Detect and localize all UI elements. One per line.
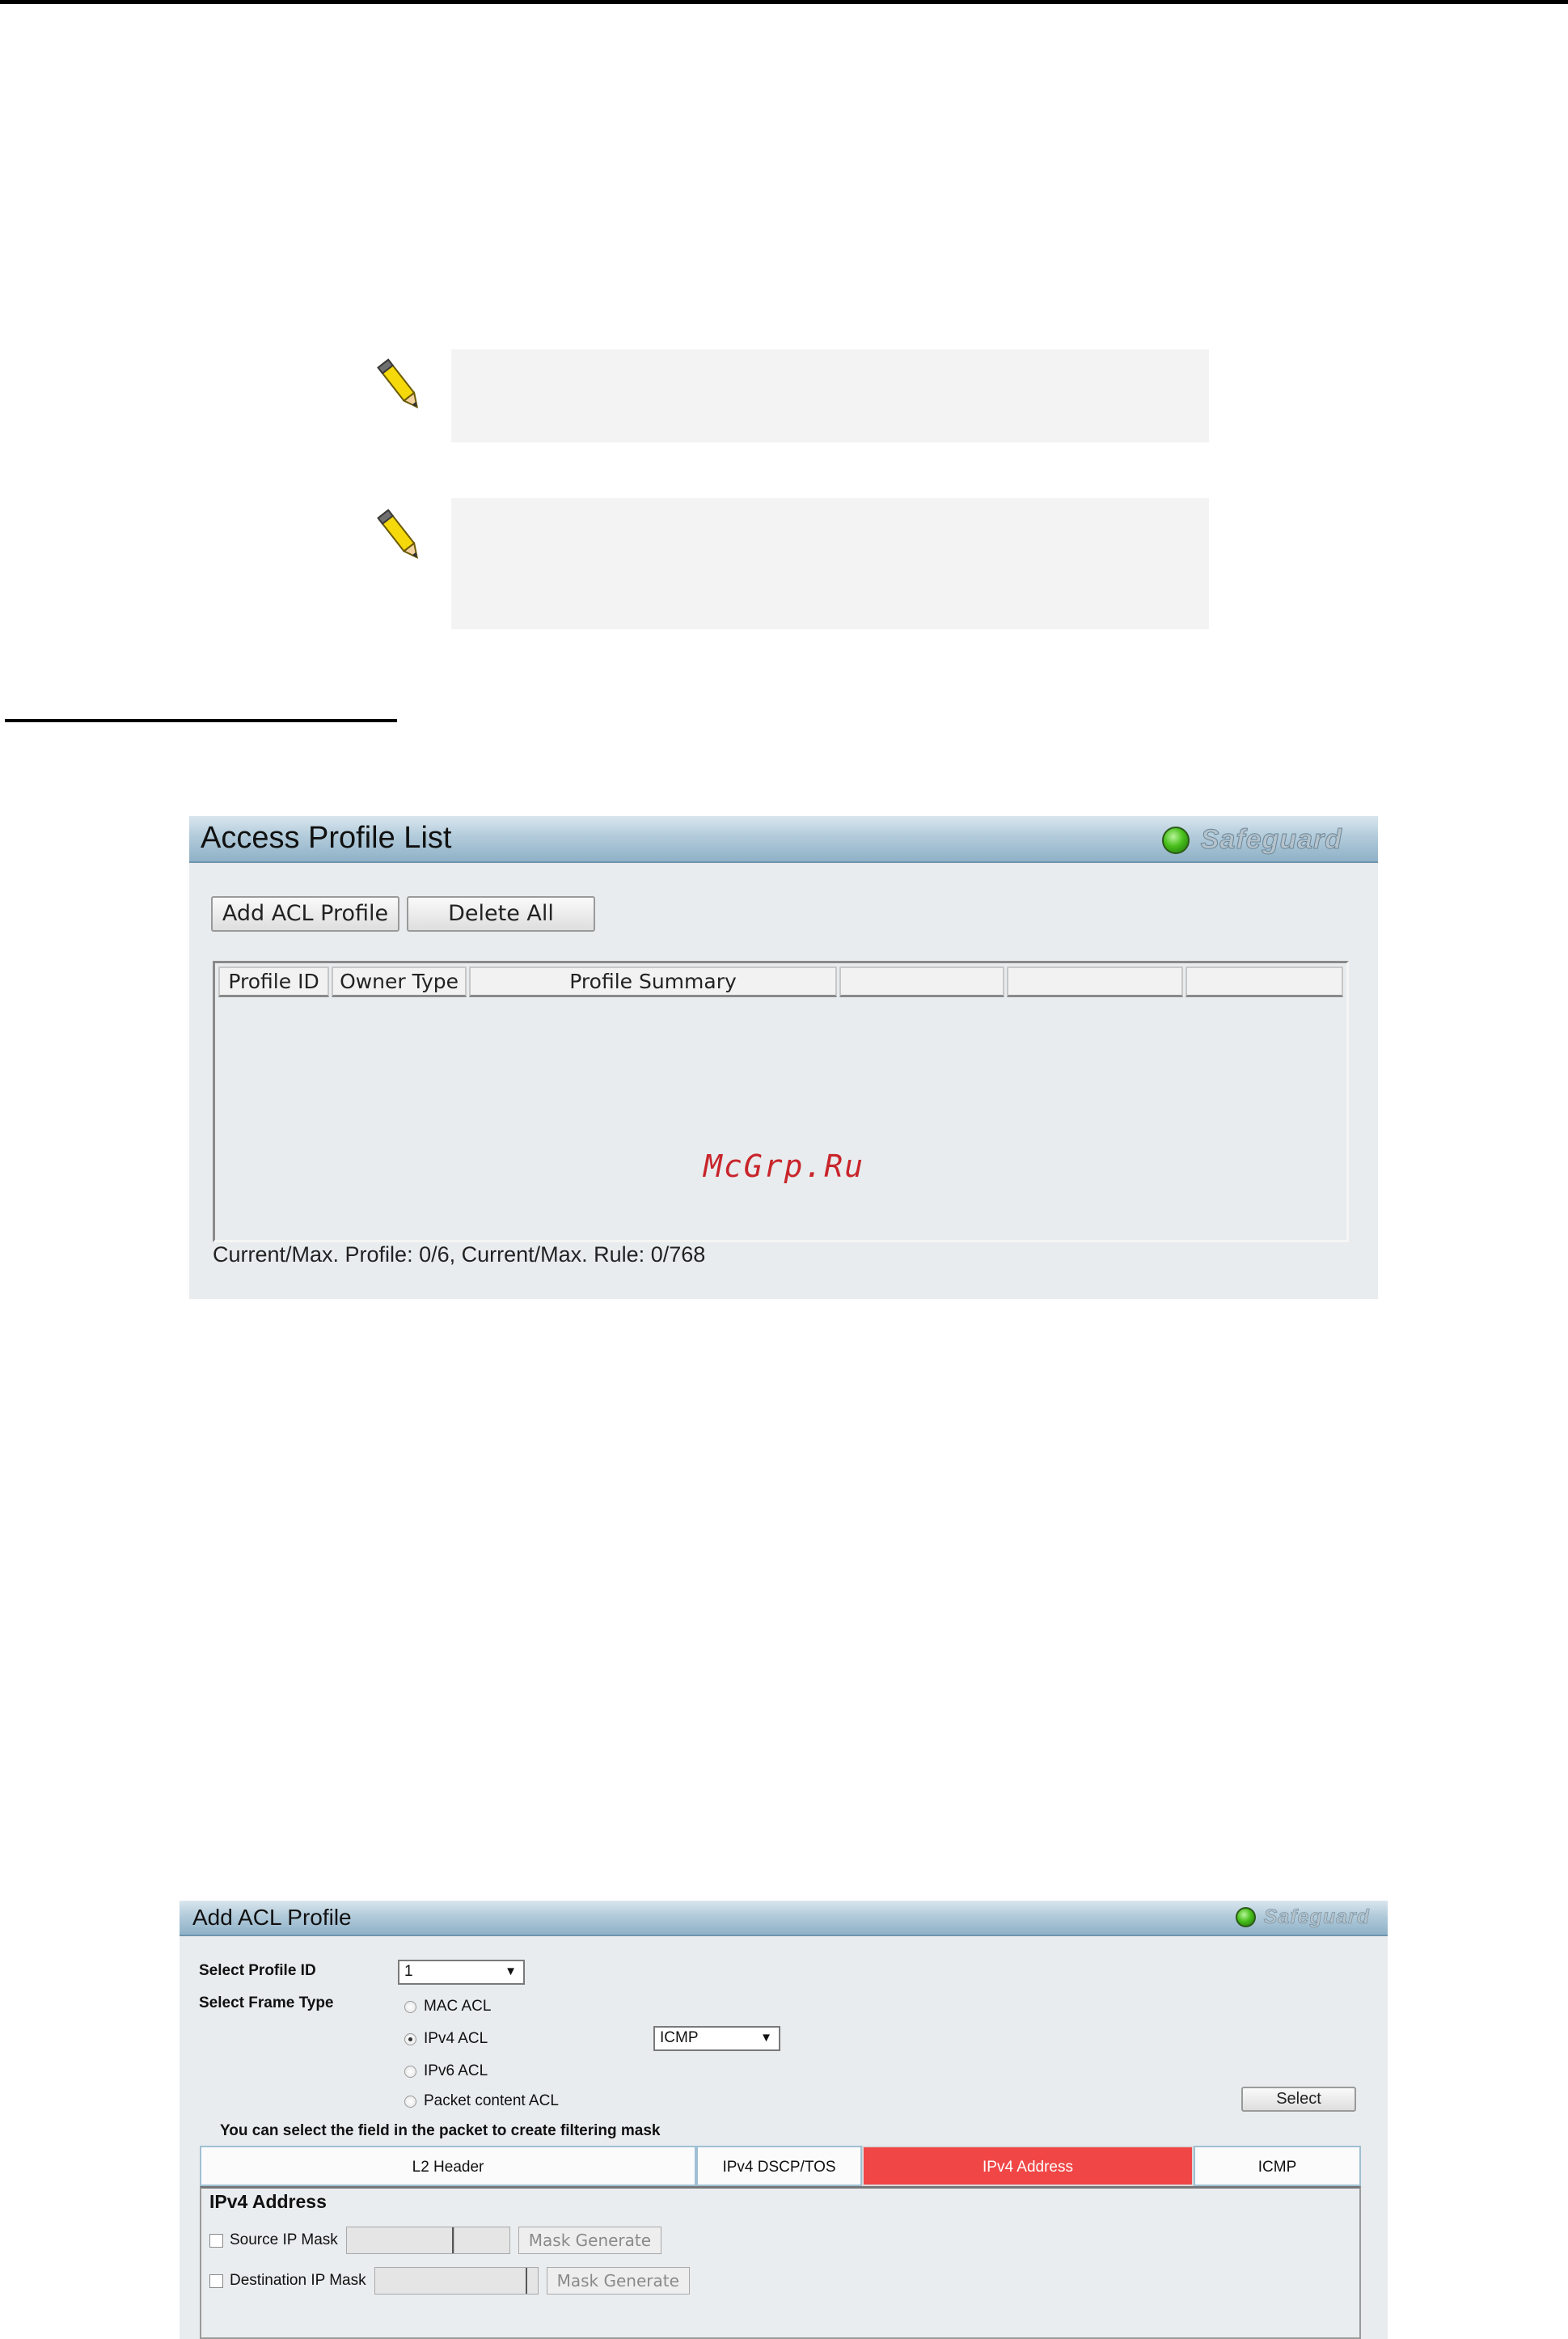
destination-ip-mask-row: Destination IP Mask Mask Generate: [209, 2267, 690, 2295]
profile-id-select-value: 1: [404, 1963, 413, 1980]
ipv4-protocol-select[interactable]: ICMP ▼: [653, 2026, 780, 2051]
radio-packet-content-acl[interactable]: [404, 2095, 416, 2108]
radio-label: IPv4 ACL: [424, 2030, 488, 2047]
note-box-2: [451, 498, 1209, 629]
radio-label: Packet content ACL: [424, 2092, 559, 2109]
access-profile-table: Profile ID Owner Type Profile Summary: [213, 961, 1349, 1242]
safeguard-status-icon: [1161, 826, 1190, 854]
select-profile-id-label: Select Profile ID: [199, 1962, 316, 1979]
safeguard-label: Safeguard: [1200, 824, 1342, 856]
column-header-owner-type: Owner Type: [332, 966, 467, 997]
ipv4-protocol-select-value: ICMP: [660, 2029, 699, 2046]
tab-icmp[interactable]: ICMP: [1194, 2146, 1361, 2186]
watermark: McGrp.Ru: [703, 1148, 865, 1184]
ip-segment: [347, 2227, 454, 2253]
safeguard-label: Safeguard: [1263, 1905, 1370, 1929]
radio-label: MAC ACL: [424, 1998, 492, 2015]
source-ip-mask-input[interactable]: [345, 2227, 510, 2254]
destination-ip-mask-label: Destination IP Mask: [230, 2272, 366, 2289]
column-header-blank-3: [1186, 966, 1344, 997]
destination-mask-generate-button[interactable]: Mask Generate: [546, 2267, 690, 2295]
filtering-mask-hint: You can select the field in the packet t…: [220, 2122, 661, 2139]
safeguard-indicator[interactable]: Safeguard: [1161, 824, 1342, 856]
note-box-1: [451, 349, 1209, 442]
add-acl-profile-button[interactable]: Add ACL Profile: [211, 896, 399, 932]
select-button[interactable]: Select: [1241, 2087, 1356, 2112]
column-header-blank-1: [839, 966, 1004, 997]
safeguard-status-icon: [1235, 1907, 1256, 1927]
panel-title: Add ACL Profile: [192, 1905, 352, 1930]
dropdown-arrow-icon: ▼: [760, 2031, 772, 2045]
frame-type-packet-content-acl[interactable]: Packet content ACL: [404, 2092, 559, 2110]
source-ip-mask-label: Source IP Mask: [230, 2231, 338, 2248]
pencil-note-icon: [377, 509, 419, 559]
source-ip-mask-row: Source IP Mask Mask Generate: [209, 2227, 662, 2254]
tab-ipv4-dscp-tos[interactable]: IPv4 DSCP/TOS: [696, 2146, 862, 2186]
page-top-rule: [0, 0, 1568, 4]
column-header-blank-2: [1006, 966, 1184, 997]
destination-ip-mask-input[interactable]: [374, 2267, 539, 2295]
ip-segment: [375, 2268, 527, 2294]
safeguard-indicator[interactable]: Safeguard: [1235, 1905, 1370, 1929]
section-underline: [5, 719, 397, 722]
delete-all-button[interactable]: Delete All: [407, 896, 595, 932]
tab-l2-header[interactable]: L2 Header: [200, 2146, 696, 2186]
profile-rule-count-status: Current/Max. Profile: 0/6, Current/Max. …: [213, 1242, 706, 1267]
profile-id-select[interactable]: 1 ▼: [398, 1960, 525, 1985]
dropdown-arrow-icon: ▼: [505, 1965, 517, 1978]
radio-ipv4-acl[interactable]: [404, 2032, 416, 2045]
ipv4-address-fieldset: [200, 2186, 1361, 2339]
packet-field-tabs: L2 Header IPv4 DSCP/TOS IPv4 Address ICM…: [200, 2146, 1361, 2186]
pencil-note-icon: [377, 358, 419, 408]
frame-type-mac-acl[interactable]: MAC ACL: [404, 1998, 491, 2015]
panel-header: Add ACL Profile Safeguard: [180, 1901, 1388, 1936]
ip-segment: [527, 2268, 538, 2294]
destination-ip-mask-checkbox[interactable]: [209, 2273, 223, 2288]
select-frame-type-label: Select Frame Type: [199, 1994, 334, 2011]
radio-label: IPv6 ACL: [424, 2062, 488, 2079]
column-header-profile-summary: Profile Summary: [469, 966, 838, 997]
column-header-profile-id: Profile ID: [218, 966, 330, 997]
radio-ipv6-acl[interactable]: [404, 2065, 416, 2078]
radio-mac-acl[interactable]: [404, 2000, 416, 2013]
ip-segment: [453, 2227, 509, 2253]
frame-type-ipv4-acl[interactable]: IPv4 ACL: [404, 2030, 488, 2048]
page-title: Access Profile List: [201, 821, 452, 855]
section-title: IPv4 Address: [209, 2191, 327, 2212]
source-ip-mask-checkbox[interactable]: [209, 2233, 223, 2248]
table-header-row: Profile ID Owner Type Profile Summary: [218, 966, 1344, 997]
tab-ipv4-address[interactable]: IPv4 Address: [862, 2146, 1194, 2186]
frame-type-ipv6-acl[interactable]: IPv6 ACL: [404, 2062, 488, 2080]
panel-header: Access Profile List Safeguard: [189, 816, 1378, 863]
source-mask-generate-button[interactable]: Mask Generate: [518, 2227, 662, 2254]
